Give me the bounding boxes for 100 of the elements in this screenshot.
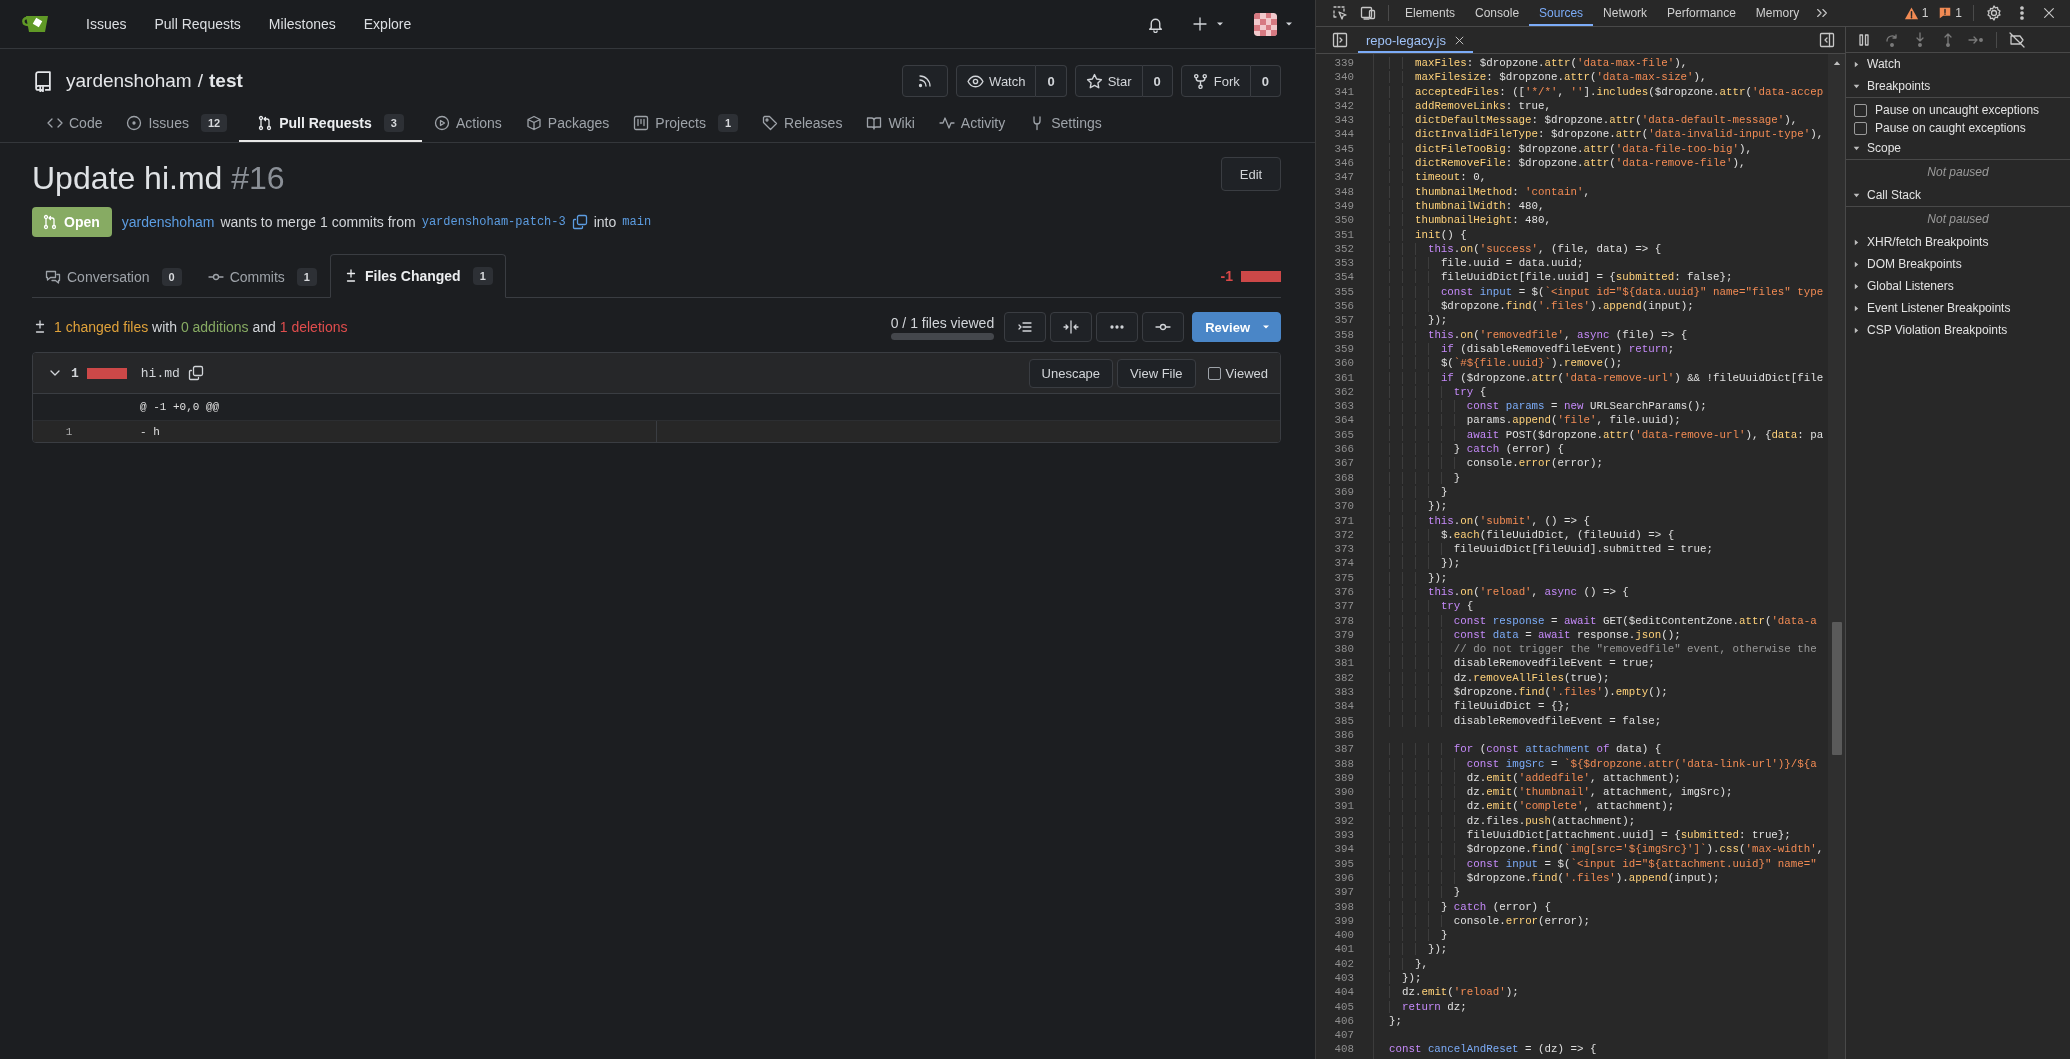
devtools-tab[interactable]: Performance bbox=[1657, 0, 1746, 26]
repo-tab[interactable]: Packages bbox=[513, 104, 622, 142]
repo-tab[interactable]: Releases bbox=[750, 104, 855, 142]
section-header[interactable]: Scope bbox=[1846, 137, 2070, 160]
devtools-tab[interactable]: Network bbox=[1593, 0, 1658, 26]
section-header[interactable]: CSP Violation Breakpoints bbox=[1846, 319, 2070, 341]
repo-tab[interactable]: Projects 1 bbox=[621, 104, 750, 142]
pr-tab[interactable]: Conversation 0 bbox=[32, 256, 195, 298]
code-line: dz.files.push(attachment); bbox=[1389, 813, 1636, 829]
repo-tab[interactable]: Actions bbox=[421, 104, 514, 142]
pause-icon[interactable] bbox=[1856, 31, 1872, 48]
settings-icon[interactable] bbox=[1986, 5, 2002, 21]
repo-action-button[interactable]: Fork bbox=[1180, 65, 1251, 97]
code-line: dz.emit('reload'); bbox=[1389, 985, 1519, 1000]
nav-link[interactable]: Pull Requests bbox=[140, 16, 255, 32]
deactivate-breakpoints-icon[interactable] bbox=[2009, 31, 2025, 48]
section-header[interactable]: Global Listeners bbox=[1846, 275, 2070, 297]
nav-link[interactable]: Milestones bbox=[254, 16, 350, 32]
code-line: thumbnailMethod: 'contain', bbox=[1389, 184, 1590, 199]
list-icon bbox=[1017, 319, 1034, 335]
devtools-tab[interactable]: Sources bbox=[1529, 0, 1594, 26]
review-button[interactable]: Review bbox=[1192, 312, 1281, 342]
checkbox-option[interactable]: Pause on caught exceptions bbox=[1846, 119, 2070, 137]
devtools-tab[interactable]: Memory bbox=[1745, 0, 1810, 26]
avatar-icon[interactable] bbox=[1254, 12, 1277, 36]
file-action-button[interactable]: View File bbox=[1117, 358, 1196, 388]
rss-feed-button[interactable] bbox=[902, 65, 949, 97]
line-number: 347 bbox=[1333, 170, 1354, 185]
repo-action-button[interactable]: Watch bbox=[956, 65, 1037, 97]
pull-request-icon bbox=[42, 214, 58, 230]
bell-icon[interactable] bbox=[1147, 15, 1164, 33]
nav-link[interactable]: Issues bbox=[72, 16, 141, 32]
repo-action-button[interactable]: Star bbox=[1074, 65, 1143, 97]
repo-tab[interactable]: Code bbox=[35, 104, 115, 142]
toolbar-button[interactable] bbox=[1096, 312, 1139, 342]
section-header[interactable]: Breakpoints bbox=[1846, 75, 2070, 98]
panel-toggle-icon[interactable] bbox=[1332, 32, 1348, 48]
devtools-tab[interactable]: Elements bbox=[1395, 0, 1466, 26]
device-icon[interactable] bbox=[1360, 5, 1376, 21]
code-line: maxFiles: $dropzone.attr('data-max-file'), bbox=[1389, 56, 1688, 71]
warning-count[interactable]: 1 bbox=[1903, 5, 1929, 21]
section-header[interactable]: Watch bbox=[1846, 53, 2070, 75]
count-button[interactable]: 0 bbox=[1036, 65, 1067, 97]
code-line: const params = new URLSearchParams(); bbox=[1389, 399, 1707, 414]
inspect-icon[interactable] bbox=[1332, 5, 1348, 21]
line-number: 376 bbox=[1333, 585, 1354, 600]
line-number: 393 bbox=[1333, 828, 1354, 843]
code-line: thumbnailWidth: 480, bbox=[1389, 198, 1545, 214]
line-number: 367 bbox=[1333, 456, 1354, 471]
repo-tab[interactable]: Wiki bbox=[854, 104, 927, 142]
repo-tab[interactable]: Pull Requests 3 bbox=[239, 104, 422, 142]
branch-link[interactable]: main bbox=[622, 215, 652, 229]
line-number: 392 bbox=[1333, 813, 1354, 829]
line-number: 365 bbox=[1333, 427, 1354, 442]
toolbar-button[interactable] bbox=[1004, 312, 1047, 342]
file-tab[interactable]: repo-legacy.js bbox=[1358, 27, 1473, 53]
scroll-thumb[interactable] bbox=[1831, 622, 1842, 755]
section-header[interactable]: Event Listener Breakpoints bbox=[1846, 297, 2070, 319]
toolbar-button[interactable] bbox=[1142, 312, 1185, 342]
line-number: 396 bbox=[1333, 870, 1354, 886]
pr-tab[interactable]: Files Changed 1 bbox=[330, 254, 506, 298]
pr-tab[interactable]: Commits 1 bbox=[194, 256, 330, 298]
line-number: 361 bbox=[1333, 370, 1354, 385]
owner-link[interactable]: yardenshoham bbox=[66, 70, 192, 92]
toolbar-button[interactable] bbox=[1050, 312, 1093, 342]
repo-tab[interactable]: Activity bbox=[926, 104, 1018, 142]
edit-button[interactable]: Edit bbox=[1221, 157, 1281, 191]
copy-icon[interactable] bbox=[571, 214, 588, 230]
copy-icon[interactable] bbox=[187, 365, 204, 381]
count-button[interactable]: 0 bbox=[1142, 65, 1173, 97]
repo-name-link[interactable]: test bbox=[209, 70, 243, 92]
author-link[interactable]: yardenshoham bbox=[121, 214, 215, 230]
scrollbar[interactable] bbox=[1828, 54, 1845, 1059]
nav-link[interactable]: Explore bbox=[349, 16, 426, 32]
devtools-tab[interactable]: Console bbox=[1465, 0, 1530, 26]
file-action-button[interactable]: Unescape bbox=[1028, 358, 1114, 388]
count-button[interactable]: 0 bbox=[1250, 65, 1281, 97]
diff-summary: 1 changed files with 0 additions and 1 deletions bbox=[54, 319, 348, 335]
more-tabs-icon[interactable] bbox=[1815, 6, 1830, 20]
line-number: 404 bbox=[1333, 985, 1354, 1000]
close-icon[interactable] bbox=[1453, 34, 1465, 46]
close-icon[interactable] bbox=[2042, 6, 2056, 20]
viewed-checkbox[interactable]: Viewed bbox=[1207, 365, 1268, 381]
code-line: maxFilesize: $dropzone.attr('data-max-size'), bbox=[1389, 70, 1707, 85]
plus-icon[interactable] bbox=[1192, 16, 1208, 32]
line-number: 372 bbox=[1333, 527, 1354, 543]
checkbox-option[interactable]: Pause on uncaught exceptions bbox=[1846, 101, 2070, 119]
status-message: Not paused bbox=[1926, 211, 1990, 228]
issue-count[interactable]: 1 bbox=[1938, 6, 1962, 20]
repo-tab[interactable]: Settings bbox=[1017, 104, 1114, 142]
section-header[interactable]: DOM Breakpoints bbox=[1846, 253, 2070, 275]
repo-tab[interactable]: Issues 12 bbox=[114, 104, 240, 142]
line-number: 397 bbox=[1333, 885, 1354, 900]
line-number: 387 bbox=[1333, 742, 1354, 757]
section-header[interactable]: Call Stack bbox=[1846, 184, 2070, 207]
branch-link[interactable]: yardenshoham-patch-3 bbox=[421, 215, 566, 229]
panel-toggle-icon[interactable] bbox=[1819, 32, 1835, 48]
line-number: 348 bbox=[1333, 184, 1354, 199]
section-header[interactable]: XHR/fetch Breakpoints bbox=[1846, 231, 2070, 253]
code-line: fileUuidDict = {}; bbox=[1389, 699, 1571, 714]
